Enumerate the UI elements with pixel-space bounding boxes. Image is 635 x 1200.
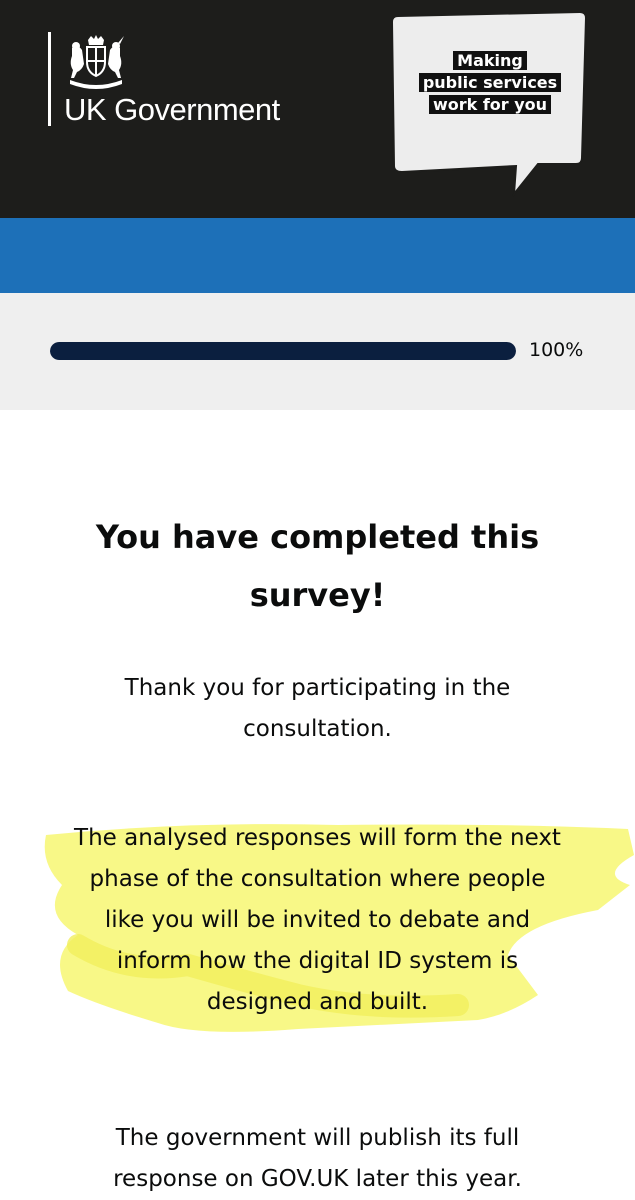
progress-bar (50, 342, 516, 360)
next-phase-paragraph: The analysed responses will form the nex… (30, 818, 605, 1023)
thank-you-paragraph: Thank you for participating in the consu… (30, 668, 605, 750)
paragraph2-line-4: inform how the digital ID system is (116, 948, 519, 974)
publish-response-paragraph: The government will publish its full res… (30, 1118, 605, 1200)
bubble-line-1: Making (453, 51, 527, 70)
paragraph2-line-3: like you will be invited to debate and (104, 907, 531, 933)
bubble-line-2: public services (418, 73, 562, 92)
paragraph2-line-1: The analysed responses will form the nex… (74, 825, 561, 851)
bubble-line-3: work for you (428, 95, 552, 114)
progress-section: 100% (0, 293, 635, 410)
paragraph2-line-2: phase of the consultation where people (89, 866, 546, 892)
paragraph3-line-1: The government will publish its full (115, 1125, 520, 1151)
completion-content: You have completed this survey! Thank yo… (30, 508, 605, 1192)
royal-coat-of-arms-icon (70, 35, 124, 89)
paragraph3-line-2: response on GOV.UK later this year. (113, 1166, 522, 1192)
header-blue-band (0, 218, 635, 293)
logo-divider (48, 32, 51, 126)
progress-fill (50, 342, 516, 360)
bubble-slogan: Making public services work for you (402, 50, 578, 116)
paragraph1-line-1: Thank you for participating in the (124, 675, 511, 701)
title-line-1: You have completed this (95, 518, 540, 556)
site-header: UK Government Making public services wor… (0, 0, 635, 218)
paragraph2-line-5: designed and built. (206, 989, 429, 1015)
title-line-2: survey! (249, 576, 386, 614)
paragraph1-line-2: consultation. (243, 716, 392, 742)
logo-text: UK Government (64, 92, 280, 127)
progress-percentage: 100% (529, 339, 584, 361)
page-title: You have completed this survey! (30, 508, 605, 624)
